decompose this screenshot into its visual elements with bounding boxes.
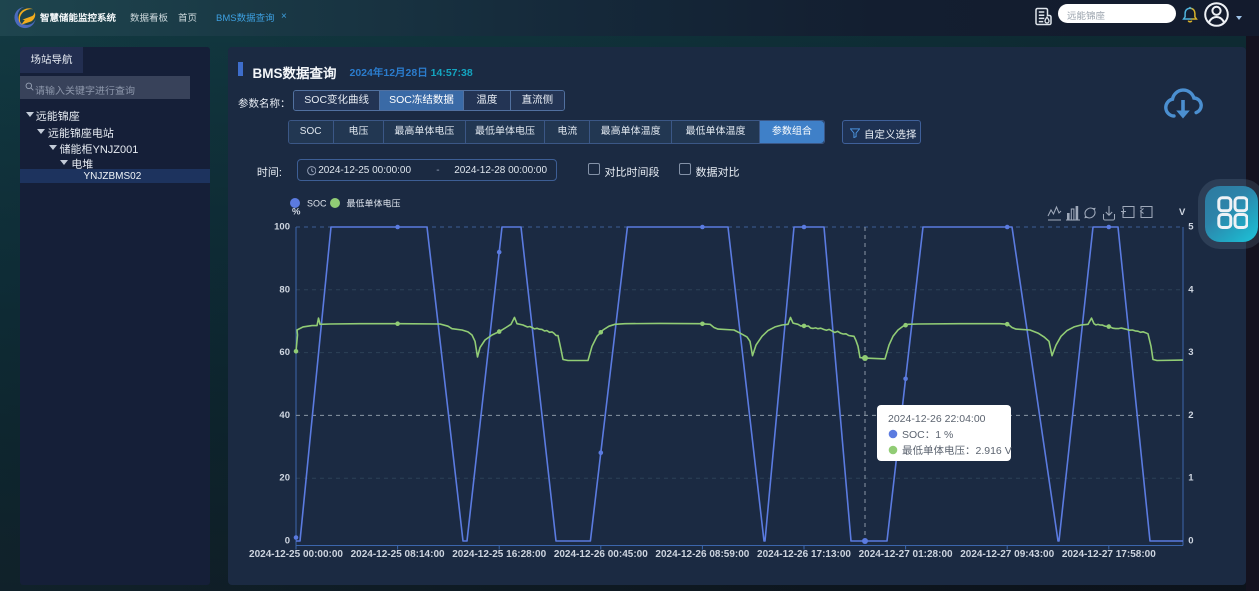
svg-text:2: 2 xyxy=(1188,410,1193,421)
svg-text:40: 40 xyxy=(279,410,290,421)
svg-text:100: 100 xyxy=(274,222,290,233)
svg-text:最低单体电压: 最低单体电压 xyxy=(347,199,401,209)
svg-text:2024-12-25 16:28:00: 2024-12-25 16:28:00 xyxy=(452,549,546,560)
svg-text:%: % xyxy=(292,207,301,218)
svg-text:2024-12-26 22:04:00: 2024-12-26 22:04:00 xyxy=(888,413,986,425)
svg-text:5: 5 xyxy=(1188,222,1194,233)
svg-text:最低单体电压：2.916 V: 最低单体电压：2.916 V xyxy=(902,445,1012,457)
svg-text:0: 0 xyxy=(1188,536,1193,547)
svg-text:V: V xyxy=(1179,207,1186,218)
svg-text:20: 20 xyxy=(279,473,290,484)
svg-text:2024-12-26 17:13:00: 2024-12-26 17:13:00 xyxy=(757,549,851,560)
svg-text:SOC：1 %: SOC：1 % xyxy=(902,429,953,441)
svg-text:2024-12-25 08:14:00: 2024-12-25 08:14:00 xyxy=(351,549,445,560)
svg-text:2024-12-27 09:43:00: 2024-12-27 09:43:00 xyxy=(960,549,1054,560)
svg-text:4: 4 xyxy=(1188,284,1194,295)
svg-text:2024-12-26 08:59:00: 2024-12-26 08:59:00 xyxy=(655,549,749,560)
svg-text:0: 0 xyxy=(285,536,290,547)
svg-text:60: 60 xyxy=(279,347,290,358)
svg-text:2024-12-27 17:58:00: 2024-12-27 17:58:00 xyxy=(1062,549,1156,560)
svg-text:2024-12-27 01:28:00: 2024-12-27 01:28:00 xyxy=(859,549,953,560)
svg-text:2024-12-25 00:00:00: 2024-12-25 00:00:00 xyxy=(249,549,343,560)
svg-text:1: 1 xyxy=(1188,473,1194,484)
svg-text:80: 80 xyxy=(279,284,290,295)
svg-text:2024-12-26 00:45:00: 2024-12-26 00:45:00 xyxy=(554,549,648,560)
svg-text:SOC: SOC xyxy=(307,199,327,209)
svg-text:3: 3 xyxy=(1188,347,1193,358)
